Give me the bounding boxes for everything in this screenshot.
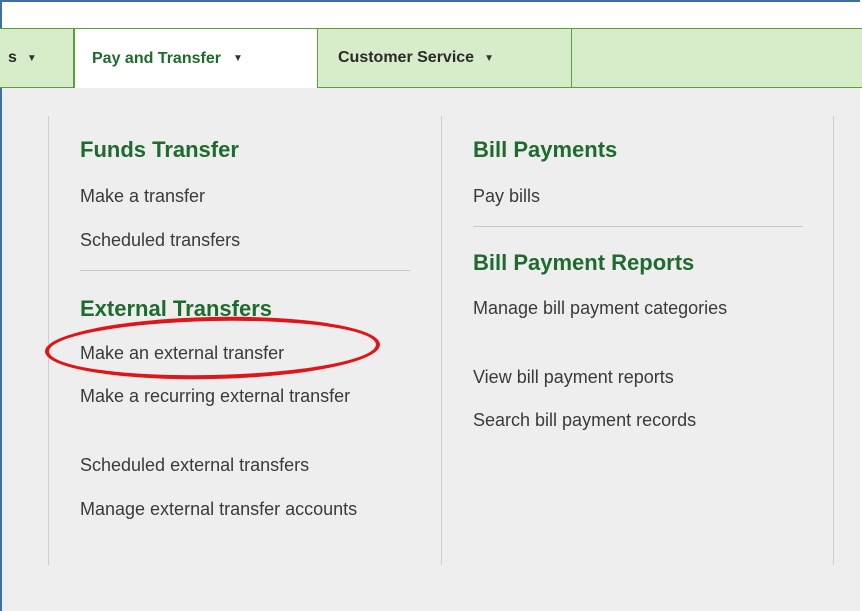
chevron-down-icon: ▼	[26, 52, 37, 64]
main-navbar: s ▼ Pay and Transfer ▼ Customer Service …	[0, 28, 862, 88]
pay-bills-link[interactable]: Pay bills	[473, 186, 540, 206]
manage-bill-payment-categories-link[interactable]: Manage bill payment categories	[473, 298, 733, 318]
section-divider	[80, 270, 410, 271]
funds-transfer-heading: Funds Transfer	[80, 137, 239, 162]
manage-external-transfer-accounts-link[interactable]: Manage external transfer accounts	[80, 499, 370, 519]
column-divider	[48, 116, 49, 565]
scheduled-transfers-link[interactable]: Scheduled transfers	[80, 230, 240, 250]
column-divider	[833, 116, 834, 565]
bill-payments-heading: Bill Payments	[473, 137, 618, 162]
tab-previous-label: s	[8, 49, 17, 66]
section-divider	[473, 226, 803, 227]
make-external-transfer-link[interactable]: Make an external transfer	[80, 343, 284, 363]
make-transfer-link[interactable]: Make a transfer	[80, 186, 205, 206]
scheduled-external-transfers-link[interactable]: Scheduled external transfers	[80, 455, 309, 475]
external-transfers-heading: External Transfers	[80, 296, 272, 321]
tab-customer-service-label: Customer Service	[338, 49, 475, 66]
tab-pay-and-transfer-label: Pay and Transfer	[92, 49, 221, 67]
chevron-down-icon: ▼	[484, 52, 494, 64]
search-bill-payment-records-link[interactable]: Search bill payment records	[473, 410, 696, 430]
tab-previous[interactable]: s ▼	[0, 29, 74, 87]
column-divider	[441, 116, 442, 565]
view-bill-payment-reports-link[interactable]: View bill payment reports	[473, 367, 674, 387]
chevron-down-icon: ▼	[232, 53, 243, 64]
tab-customer-service[interactable]: Customer Service ▼	[318, 29, 572, 87]
bill-payment-reports-heading: Bill Payment Reports	[473, 250, 695, 275]
make-recurring-external-transfer-link[interactable]: Make a recurring external transfer	[80, 386, 380, 406]
tab-pay-and-transfer[interactable]: Pay and Transfer ▼	[74, 28, 318, 88]
